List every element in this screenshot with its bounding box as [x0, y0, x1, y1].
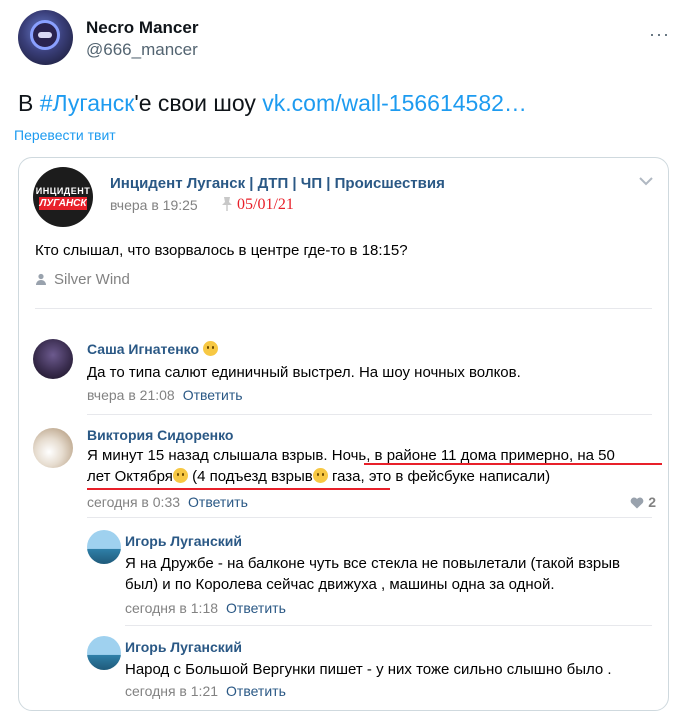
tweet-header: Necro Mancer @666_mancer ···: [18, 10, 678, 70]
post-signer[interactable]: Silver Wind: [35, 271, 130, 288]
translate-tweet-link[interactable]: Перевести твит: [14, 127, 116, 143]
reply-button[interactable]: Ответить: [188, 494, 248, 510]
red-underline: [87, 488, 390, 490]
comment-meta: вчера в 21:08 Ответить: [87, 387, 243, 403]
group-avatar[interactable]: ИНЦИДЕНТ ЛУГАНСК: [33, 167, 93, 227]
chevron-down-icon[interactable]: [638, 175, 654, 187]
commenter-name-text: Саша Игнатенко: [87, 341, 200, 357]
comment-divider: [87, 414, 652, 415]
group-avatar-line2: ЛУГАНСК: [39, 197, 87, 210]
group-avatar-line1: ИНЦИДЕНТ: [35, 186, 91, 196]
confused-emoji-icon: [172, 468, 188, 483]
comment-text: Да то типа салют единичный выстрел. На ш…: [87, 364, 521, 381]
commenter-avatar[interactable]: [33, 428, 73, 468]
heart-icon: [630, 497, 644, 509]
comment-text-part: (4 подъезд взрыв: [187, 468, 313, 485]
like-count: 2: [648, 494, 656, 510]
reply-text-line: Я на Дружбе - на балконе чуть все стекла…: [125, 555, 620, 572]
comment-text-part: лет Октября: [87, 468, 173, 485]
replier-avatar[interactable]: [87, 530, 121, 564]
reply-button[interactable]: Ответить: [183, 387, 243, 403]
comment-time[interactable]: вчера в 21:08: [87, 387, 175, 403]
comment-divider: [87, 517, 652, 518]
tweet-text-middle: 'е свои шоу: [134, 90, 263, 116]
reply-meta: сегодня в 1:21 Ответить: [125, 683, 286, 699]
hashtag-link[interactable]: #Луганск: [40, 90, 135, 116]
post-text: Кто слышал, что взорвалось в центре где-…: [35, 242, 408, 259]
comment-text: Я минут 15 назад слышала взрыв. Ночь, в …: [87, 445, 615, 487]
comment-time[interactable]: сегодня в 0:33: [87, 494, 180, 510]
user-handle[interactable]: @666_mancer: [86, 40, 198, 60]
post-time[interactable]: вчера в 19:25: [110, 197, 198, 213]
reply-meta: сегодня в 1:18 Ответить: [125, 600, 286, 616]
comment-text-part: Ночь, в районе 11 дома примерно, на 50: [331, 447, 615, 464]
group-name[interactable]: Инцидент Луганск | ДТП | ЧП | Происшеств…: [110, 175, 445, 192]
tweet-text-prefix: В: [18, 90, 40, 116]
display-name[interactable]: Necro Mancer: [86, 18, 198, 38]
like-button[interactable]: 2: [630, 494, 656, 510]
sad-emoji-icon: [312, 468, 328, 483]
divider: [35, 308, 652, 309]
user-avatar[interactable]: [18, 10, 73, 65]
smile-emoji-icon: [202, 341, 218, 356]
replier-avatar[interactable]: [87, 636, 121, 670]
red-underline: [364, 463, 662, 465]
commenter-name[interactable]: Виктория Сидоренко: [87, 427, 234, 443]
comment-divider: [125, 625, 652, 626]
reply-button[interactable]: Ответить: [226, 600, 286, 616]
reply-text: Народ с Большой Вергунки пишет - у них т…: [125, 661, 612, 678]
tweet-text: В #Луганск'е свои шоу vk.com/wall-156614…: [18, 90, 527, 117]
vk-url-link[interactable]: vk.com/wall-156614582…: [262, 90, 527, 116]
reply-time[interactable]: сегодня в 1:21: [125, 683, 218, 699]
signer-name: Silver Wind: [54, 271, 130, 288]
pin-icon: [222, 197, 232, 211]
commenter-avatar[interactable]: [33, 339, 73, 379]
commenter-name[interactable]: Саша Игнатенко: [87, 341, 218, 357]
comment-text-part: газа, это в фейсбуке написали): [327, 468, 551, 485]
person-icon: [36, 273, 46, 285]
comment-text-part: Я минут 15 назад слышала взрыв.: [87, 447, 332, 464]
date-stamp: 05/01/21: [237, 196, 294, 213]
reply-button[interactable]: Ответить: [226, 683, 286, 699]
reply-text: Я на Дружбе - на балконе чуть все стекла…: [125, 553, 620, 595]
replier-name[interactable]: Игорь Луганский: [125, 533, 242, 549]
reply-text-line: был) и по Королева сейчас движуха , маши…: [125, 576, 555, 593]
more-options-icon[interactable]: ···: [649, 24, 670, 45]
replier-name[interactable]: Игорь Луганский: [125, 639, 242, 655]
embedded-screenshot[interactable]: ИНЦИДЕНТ ЛУГАНСК Инцидент Луганск | ДТП …: [18, 157, 669, 711]
reply-time[interactable]: сегодня в 1:18: [125, 600, 218, 616]
comment-meta: сегодня в 0:33 Ответить: [87, 494, 248, 510]
